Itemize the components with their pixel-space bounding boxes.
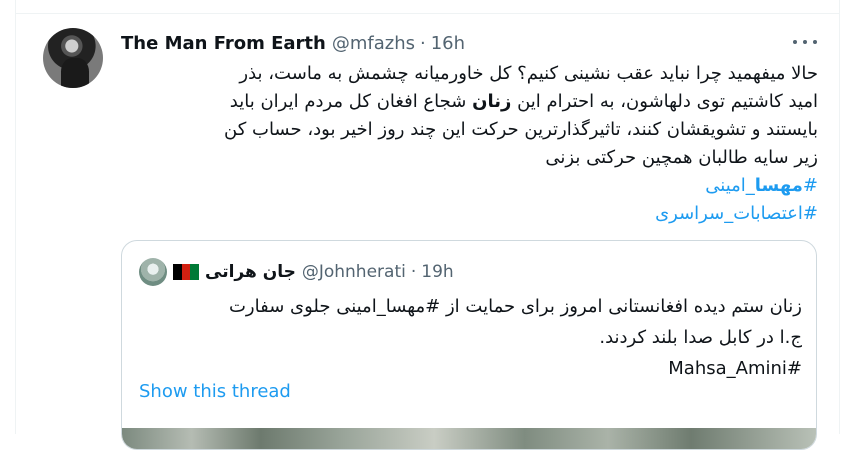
hashtag-rest: _امینی [705,175,755,196]
quoted-text-line: #Mahsa_Amini [668,358,802,379]
quoted-tweet-header: جان هراتی @Johnherati · 19h [173,260,454,284]
afghanistan-flag-icon [173,264,200,280]
quoted-tweet-text: زنان ستم دیده افغانستانی امروز برای حمای… [139,291,802,384]
show-thread-link[interactable]: Show this thread [139,381,291,402]
flag-stripe [190,264,200,280]
hashtag-prefix: # [802,203,818,224]
quoted-author-handle: @Johnherati [301,262,406,282]
tweet-header: The Man From Earth @mfazhs · 16h [121,31,465,55]
tweet-text-bold-word: زنان [472,91,512,112]
more-dot [803,40,807,44]
author-handle[interactable]: @mfazhs [332,33,415,54]
quoted-author-avatar [139,258,167,286]
tweet-text-segment: امید کاشتیم توی دلهاشون، به احترام این [517,91,818,112]
tweet-divider [15,13,840,14]
hashtag-rest: اعتصابات_سراسری [655,203,803,224]
flag-stripe [173,264,182,280]
quoted-tweet-media[interactable] [122,428,816,449]
tweet-text-line: حالا میفهمید چرا نباید عقب نشینی کنیم؟ ک… [239,63,818,84]
quoted-text-line: ج.ا در کابل صدا بلند کردند. [599,327,802,348]
quoted-tweet-card[interactable]: جان هراتی @Johnherati · 19h زنان ستم دید… [121,240,817,450]
tweet-timestamp[interactable]: 16h [431,33,465,54]
tweet-text-line: امید کاشتیم توی دلهاشون، به احترام این ز… [121,88,818,116]
tweet-text: حالا میفهمید چرا نباید عقب نشینی کنیم؟ ک… [121,60,818,228]
flag-stripe [181,264,191,280]
quoted-header-separator: · [410,262,417,282]
timeline-left-border [15,0,16,434]
quoted-tweet-timestamp: 19h [421,262,454,282]
tweet-text-line: زیر سایه طالبان همچین حرکتی بزنی [545,147,818,168]
header-separator: · [420,32,426,54]
hashtag-bold: مهسا [754,175,803,196]
author-display-name[interactable]: The Man From Earth [121,33,326,54]
quoted-text-line: زنان ستم دیده افغانستانی امروز برای حمای… [228,296,802,317]
more-dot [813,40,817,44]
hashtag-link-strikes[interactable]: #اعتصابات_سراسری [121,200,818,228]
timeline-right-border [839,0,840,434]
tweet-text-segment: شجاع افغان کل مردم ایران باید [229,91,467,112]
quoted-author-display-name: جان هراتی [205,262,296,282]
hashtag-prefix: # [802,175,818,196]
hashtag-link-mahsa-amini[interactable]: #مهسا_امینی [121,172,818,200]
more-icon[interactable] [793,32,817,52]
more-dot [793,40,797,44]
author-avatar[interactable] [43,28,103,88]
tweet-text-line: بایستند و تشویقشان کنند، تاثیرگذارترین ح… [224,119,818,140]
